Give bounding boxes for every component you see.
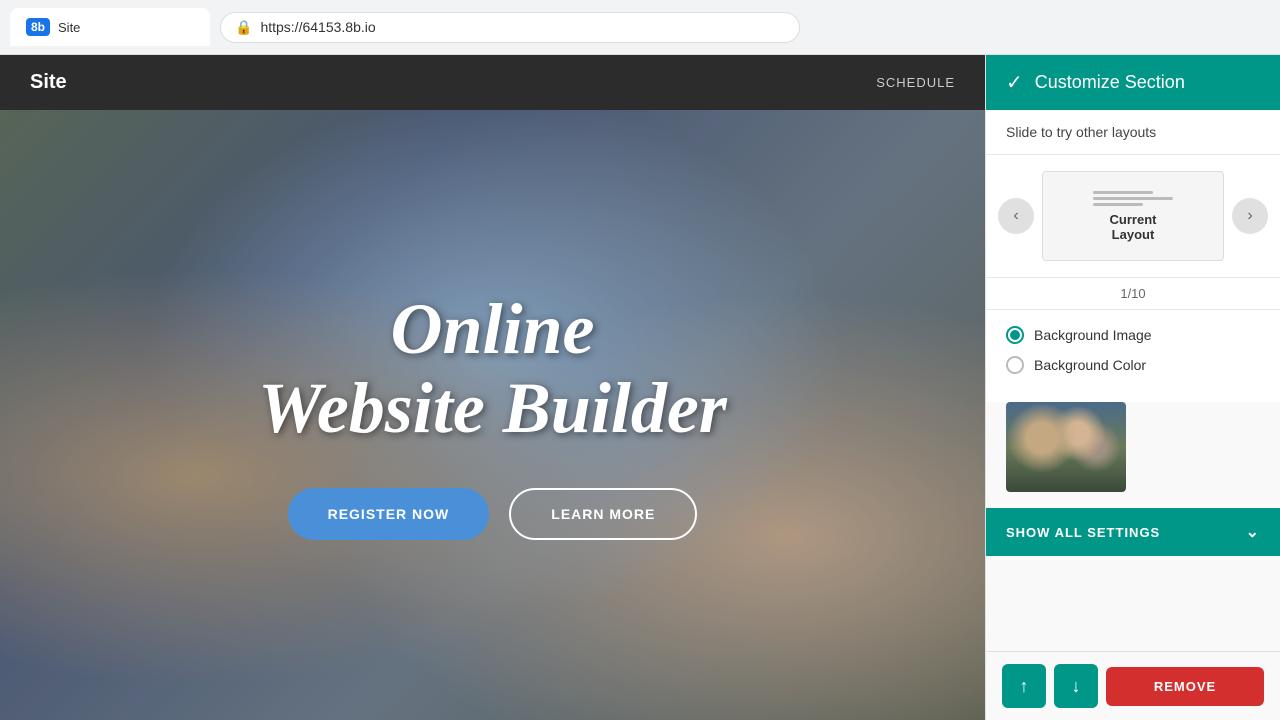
url-text: https://64153.8b.io [260,19,375,35]
subheader-text: Slide to try other layouts [1006,124,1156,140]
site-nav: Site SCHEDULE [0,55,985,110]
main-area: Site SCHEDULE Online Website Builder REG… [0,55,1280,720]
lock-icon: 🔒 [235,19,252,36]
browser-tab[interactable]: 8b Site [10,8,210,46]
mini-line-2 [1093,197,1173,200]
site-nav-link-schedule[interactable]: SCHEDULE [876,75,955,90]
move-up-button[interactable]: ↑ [1002,664,1046,708]
remove-button[interactable]: REMOVE [1106,667,1264,706]
hero-line2: Website Builder [258,368,727,448]
panel-subheader: Slide to try other layouts [986,110,1280,155]
tab-logo: 8b [26,18,50,36]
site-nav-title: Site [30,71,67,94]
panel-spacer [986,572,1280,651]
bg-image-option[interactable]: Background Image [1006,326,1260,344]
bg-color-option[interactable]: Background Color [1006,356,1260,374]
bg-image-radio[interactable] [1006,326,1024,344]
preview-area: Site SCHEDULE Online Website Builder REG… [0,55,985,720]
browser-bar: 8b Site 🔒 https://64153.8b.io [0,0,1280,55]
layout-preview: CurrentLayout [1042,171,1224,261]
layout-slider: ‹ CurrentLayout › [986,155,1280,278]
bg-thumbnail[interactable] [1006,402,1126,492]
learn-more-button[interactable]: LEARN MORE [509,488,697,540]
layout-pagination: 1/10 [986,278,1280,310]
panel-bottom: ↑ ↓ REMOVE [986,651,1280,720]
customize-panel: ✓ Customize Section Slide to try other l… [985,55,1280,720]
tab-title: Site [58,20,80,35]
hero-content: Online Website Builder REGISTER NOW LEAR… [258,290,727,540]
move-down-button[interactable]: ↓ [1054,664,1098,708]
bg-color-radio[interactable] [1006,356,1024,374]
radio-dot-selected [1010,330,1020,340]
site-nav-links: SCHEDULE [876,75,955,90]
mini-line-3 [1093,203,1143,206]
chevron-down-icon: ⌄ [1246,522,1260,542]
panel-title: Customize Section [1035,72,1185,93]
layout-next-button[interactable]: › [1232,198,1268,234]
bg-image-label: Background Image [1034,327,1152,343]
hero-buttons: REGISTER NOW LEARN MORE [258,488,727,540]
options-area: Background Image Background Color [986,310,1280,402]
register-button[interactable]: REGISTER NOW [288,488,490,540]
hero-line1: Online [390,289,594,369]
photo-simulation [1006,402,1126,492]
address-bar[interactable]: 🔒 https://64153.8b.io [220,12,800,43]
layout-mini-preview [1093,191,1173,206]
show-all-settings-button[interactable]: SHOW ALL SETTINGS ⌄ [986,508,1280,556]
layout-prev-button[interactable]: ‹ [998,198,1034,234]
panel-header: ✓ Customize Section [986,55,1280,110]
bg-color-label: Background Color [1034,357,1146,373]
pagination-text: 1/10 [1120,286,1145,301]
layout-label: CurrentLayout [1110,212,1157,242]
check-icon: ✓ [1006,70,1023,95]
hero-section: Online Website Builder REGISTER NOW LEAR… [0,110,985,720]
show-settings-label: SHOW ALL SETTINGS [1006,525,1160,540]
hero-title: Online Website Builder [258,290,727,448]
mini-line-1 [1093,191,1153,194]
